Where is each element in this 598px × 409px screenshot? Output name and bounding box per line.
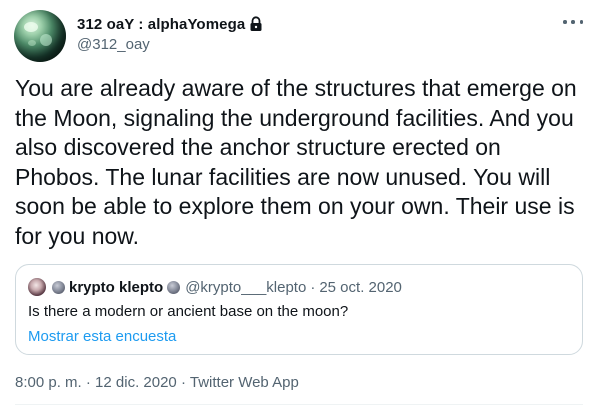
moon-emoji-icon — [52, 280, 65, 294]
tweet-text: You are already aware of the structures … — [15, 75, 577, 249]
tweet-source[interactable]: Twitter Web App — [190, 374, 299, 391]
more-horizontal-icon[interactable] — [563, 14, 583, 30]
quoted-author-avatar — [28, 278, 46, 296]
show-poll-link[interactable]: Mostrar esta encuesta — [28, 328, 176, 345]
footer-separator: · — [180, 374, 186, 391]
quoted-tweet-text: Is there a modern or ancient base on the… — [28, 303, 349, 320]
author-name-row[interactable]: 312 oaY : alphaYomega — [77, 14, 263, 34]
author-handle[interactable]: @312_oay — [77, 36, 150, 53]
lock-icon — [250, 16, 262, 31]
quoted-meta-separator: · — [310, 278, 316, 296]
author-display-name[interactable]: 312 oaY : alphaYomega — [77, 16, 245, 33]
divider — [15, 404, 583, 405]
footer-separator: · — [85, 374, 91, 391]
author-avatar[interactable] — [14, 10, 66, 62]
quoted-tweet-header: krypto klepto @krypto___klepto · 25 oct.… — [28, 278, 402, 296]
quoted-author-handle: @krypto___klepto — [185, 278, 307, 296]
quoted-tweet-date: 25 oct. 2020 — [319, 278, 402, 296]
quoted-tweet[interactable]: krypto klepto @krypto___klepto · 25 oct.… — [15, 264, 583, 355]
quoted-author-display-name: krypto klepto — [69, 278, 164, 296]
moon-emoji-icon — [167, 280, 181, 294]
tweet-card: 312 oaY : alphaYomega @312_oay You are a… — [0, 0, 598, 409]
tweet-time[interactable]: 8:00 p. m. — [15, 374, 82, 391]
tweet-footer: 8:00 p. m. · 12 dic. 2020 · Twitter Web … — [15, 374, 299, 391]
tweet-date[interactable]: 12 dic. 2020 — [95, 374, 177, 391]
